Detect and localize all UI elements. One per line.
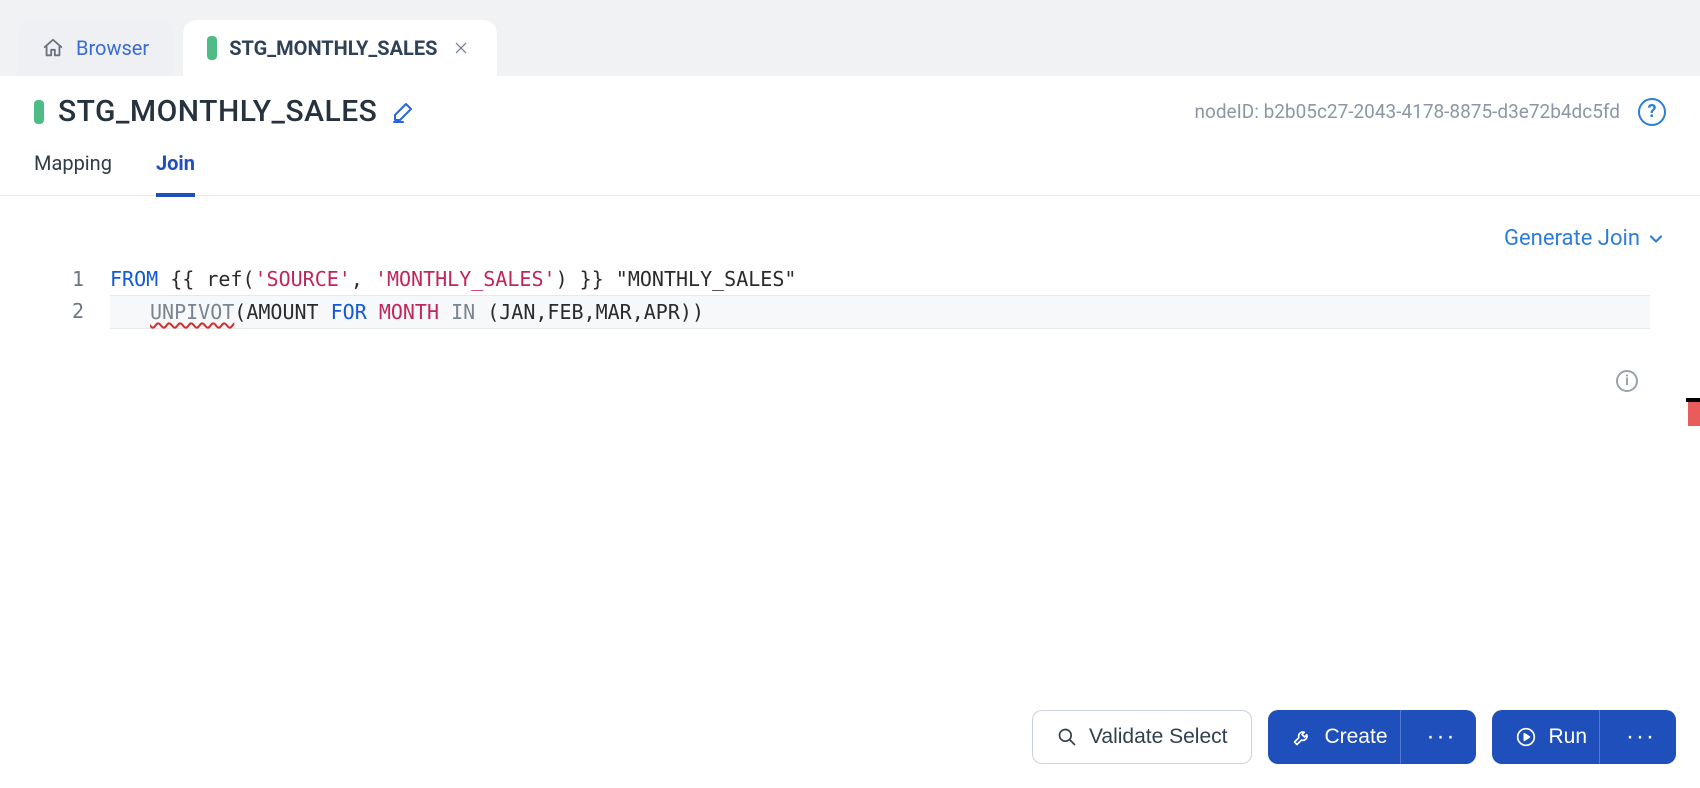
token-string: 'SOURCE' <box>255 267 351 291</box>
token-unpivot: UNPIVOT <box>150 300 234 324</box>
minimap-tick <box>1686 398 1700 402</box>
footer-actions: Validate Select Create ··· Run ··· <box>1032 710 1676 764</box>
token-string: 'MONTHLY_SALES' <box>375 267 556 291</box>
page-title: STG_MONTHLY_SALES <box>58 94 377 129</box>
tab-browser[interactable]: Browser <box>18 20 173 76</box>
editor-minimap <box>1682 402 1700 426</box>
line-number: 1 <box>50 263 84 295</box>
token-cols-open: ( <box>487 300 499 324</box>
tab-browser-label: Browser <box>76 36 149 60</box>
create-button[interactable]: Create ··· <box>1268 710 1476 764</box>
edit-icon[interactable] <box>391 100 415 124</box>
chevron-down-icon <box>1646 229 1666 249</box>
search-icon <box>1057 727 1077 747</box>
token-from: FROM <box>110 267 158 291</box>
tab-active-label: STG_MONTHLY_SALES <box>229 36 437 60</box>
code-line-1[interactable]: FROM {{ ref('SOURCE', 'MONTHLY_SALES') }… <box>110 263 1650 295</box>
code-line-2[interactable]: UNPIVOT(AMOUNT FOR MONTH IN (JAN,FEB,MAR… <box>110 295 1650 329</box>
run-label: Run <box>1548 725 1587 749</box>
editor-gutter: 1 2 <box>50 263 110 329</box>
home-icon <box>42 37 64 59</box>
tabbar: Browser STG_MONTHLY_SALES <box>0 0 1700 76</box>
validate-select-button[interactable]: Validate Select <box>1032 710 1253 764</box>
code-editor[interactable]: 1 2 FROM {{ ref('SOURCE', 'MONTHLY_SALES… <box>0 263 1700 329</box>
info-icon[interactable]: i <box>1616 370 1638 392</box>
token-cols: JAN,FEB,MAR,APR <box>499 300 680 324</box>
generate-join-row: Generate Join <box>0 196 1700 263</box>
title-row: STG_MONTHLY_SALES nodeID: b2b05c27-2043-… <box>0 76 1700 129</box>
separator <box>1599 710 1600 764</box>
token-open-paren: ( <box>242 267 254 291</box>
node-pill-icon <box>207 36 217 60</box>
editor-code[interactable]: FROM {{ ref('SOURCE', 'MONTHLY_SALES') }… <box>110 263 1650 329</box>
token-ref: ref <box>206 267 242 291</box>
create-label: Create <box>1324 725 1387 749</box>
tab-active[interactable]: STG_MONTHLY_SALES <box>183 20 497 76</box>
error-marker[interactable] <box>1688 402 1700 426</box>
token-tmpl-close: }} <box>568 267 616 291</box>
generate-join-link[interactable]: Generate Join <box>1504 226 1666 251</box>
line-number: 2 <box>50 295 84 327</box>
main-panel: STG_MONTHLY_SALES nodeID: b2b05c27-2043-… <box>0 76 1700 788</box>
node-id-label: nodeID: b2b05c27-2043-4178-8875-d3e72b4d… <box>1195 100 1621 123</box>
tab-join[interactable]: Join <box>156 151 195 197</box>
token-month: MONTH <box>379 300 439 324</box>
token-comma: , <box>351 267 375 291</box>
token-for: FOR <box>331 300 367 324</box>
run-button[interactable]: Run ··· <box>1492 710 1676 764</box>
token-amount: AMOUNT <box>246 300 318 324</box>
separator <box>1400 710 1401 764</box>
close-icon[interactable] <box>449 36 473 60</box>
token-close-paren: ) <box>556 267 568 291</box>
title-left: STG_MONTHLY_SALES <box>34 94 415 129</box>
help-icon[interactable]: ? <box>1638 98 1666 126</box>
tab-mapping[interactable]: Mapping <box>34 151 112 195</box>
subtab-bar: Mapping Join <box>0 129 1700 196</box>
play-icon <box>1516 727 1536 747</box>
token-close: ) <box>692 300 704 324</box>
node-pill-icon <box>34 100 44 124</box>
token-alias: "MONTHLY_SALES" <box>616 267 797 291</box>
token-cols-close: ) <box>680 300 692 324</box>
generate-join-label: Generate Join <box>1504 226 1640 251</box>
token-open: ( <box>234 300 246 324</box>
title-right: nodeID: b2b05c27-2043-4178-8875-d3e72b4d… <box>1195 98 1667 126</box>
token-tmpl-open: {{ <box>158 267 206 291</box>
wrench-icon <box>1292 727 1312 747</box>
token-in: IN <box>451 300 475 324</box>
validate-select-label: Validate Select <box>1089 725 1228 749</box>
